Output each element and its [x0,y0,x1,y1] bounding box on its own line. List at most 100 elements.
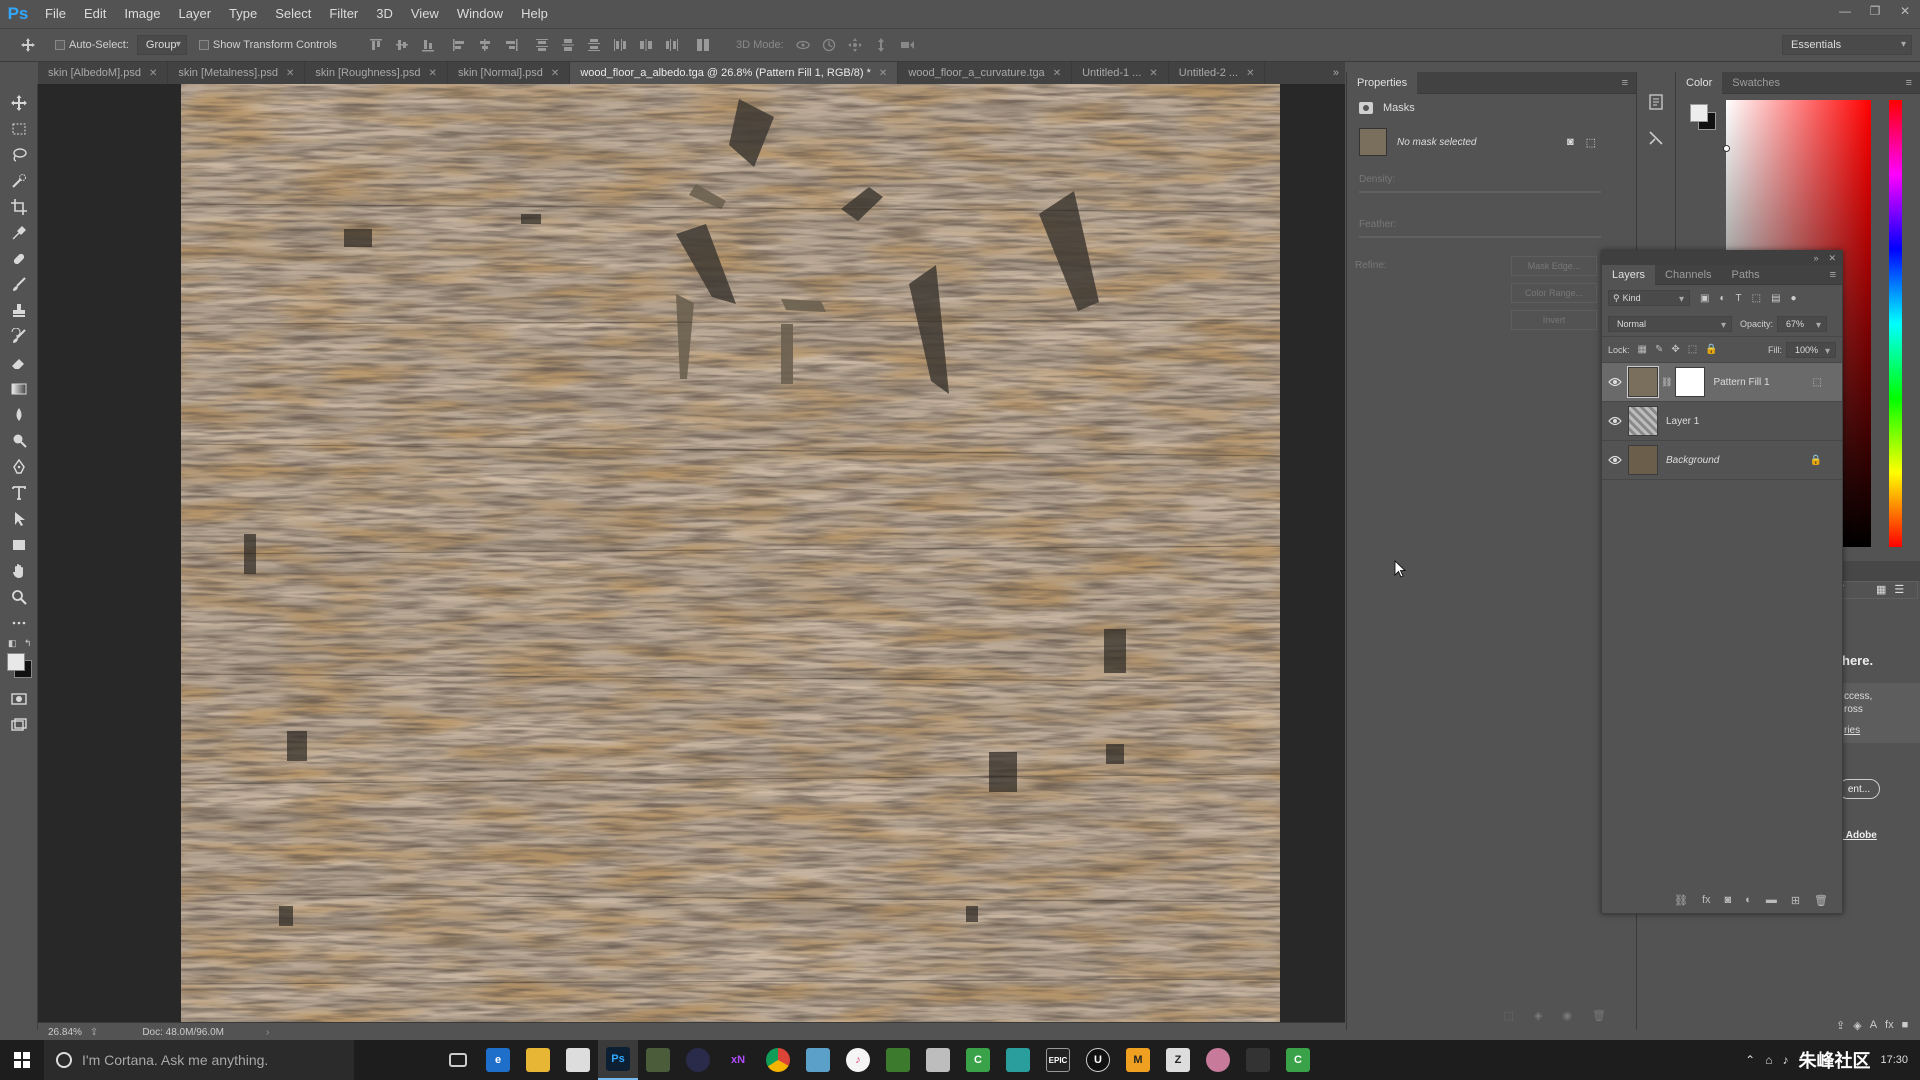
filter-smart-object-icon[interactable]: ▤ [1771,293,1780,304]
delete-mask-icon[interactable]: 🗑 [1592,1009,1606,1022]
doc-tab[interactable]: skin [Metalness].psd ✕ [168,62,306,84]
actions-panel-icon[interactable] [1637,120,1675,156]
menu-view[interactable]: View [402,0,448,28]
fill-input[interactable]: 100% [1786,341,1836,358]
align-bottom-icon[interactable] [420,37,436,53]
file-explorer-icon[interactable] [518,1040,558,1080]
quick-select-tool-icon[interactable] [0,168,38,194]
layer-name[interactable]: Layer 1 [1666,416,1699,427]
store-icon[interactable] [558,1040,598,1080]
color-range-button[interactable]: Color Range... [1511,283,1597,303]
menu-layer[interactable]: Layer [170,0,221,28]
color-picker-cursor[interactable] [1723,145,1730,152]
clock[interactable]: 17:30 [1880,1054,1908,1066]
menu-filter[interactable]: Filter [320,0,367,28]
text-style-icon[interactable]: A [1870,1019,1877,1031]
libraries-link[interactable]: ries [1840,715,1920,736]
menu-image[interactable]: Image [115,0,169,28]
status-menu-arrow-icon[interactable]: › [266,1027,269,1038]
tab-paths[interactable]: Paths [1722,265,1770,285]
distribute-right-icon[interactable] [664,37,680,53]
close-tab-icon[interactable]: ✕ [551,68,559,79]
menu-window[interactable]: Window [448,0,512,28]
marmoset-icon[interactable]: M [1118,1040,1158,1080]
panel-menu-icon[interactable]: ≡ [1622,77,1628,89]
effects-icon[interactable]: fx [1885,1019,1894,1031]
tray-overflow-icon[interactable]: ⌃ [1745,1053,1755,1067]
lock-artboard-icon[interactable]: ⬚ [1688,344,1697,355]
close-tab-icon[interactable]: ✕ [1149,68,1157,79]
move-tool-preset-icon[interactable] [20,37,36,53]
lasso-tool-icon[interactable] [0,142,38,168]
close-tab-icon[interactable]: ✕ [1246,68,1254,79]
library-color-icon[interactable]: ■ [1902,1019,1909,1031]
link-layers-icon[interactable]: ⛓ [1674,894,1688,907]
close-tab-icon[interactable]: ✕ [286,68,294,79]
menu-file[interactable]: File [36,0,75,28]
obs-icon[interactable] [678,1040,718,1080]
lock-position-icon[interactable]: ✥ [1671,344,1679,355]
align-vcenter-icon[interactable] [394,37,410,53]
app-teal-icon[interactable] [998,1040,1038,1080]
substance-painter-icon[interactable] [638,1040,678,1080]
windows-start-icon[interactable] [0,1040,44,1080]
rectangle-tool-icon[interactable] [0,532,38,558]
history-panel-icon[interactable] [1637,84,1675,120]
filter-type-icon[interactable]: T [1736,293,1742,304]
tab-swatches[interactable]: Swatches [1722,72,1790,94]
mask-thumbnail[interactable] [1675,367,1706,397]
apply-mask-icon[interactable]: ◈ [1534,1009,1542,1022]
layer-name[interactable]: Pattern Fill 1 [1713,377,1769,388]
clone-stamp-tool-icon[interactable] [0,298,38,324]
add-content-icon[interactable]: ◈ [1853,1019,1861,1032]
grid-view-icon[interactable]: ▦ [1876,583,1886,596]
blur-tool-icon[interactable] [0,402,38,428]
align-left-icon[interactable] [451,37,467,53]
path-selection-tool-icon[interactable] [0,506,38,532]
doc-tab[interactable]: skin [Roughness].psd ✕ [305,62,448,84]
mask-edge-button[interactable]: Mask Edge... [1511,256,1597,276]
upload-icon[interactable]: ⇪ [1836,1019,1845,1032]
app-blue-icon[interactable] [798,1040,838,1080]
blend-mode-dropdown[interactable]: Normal [1608,315,1732,332]
add-mask-icon[interactable]: ◙ [1725,894,1732,907]
menu-3d[interactable]: 3D [367,0,402,28]
doc-tab[interactable]: skin [Normal].psd ✕ [448,62,571,84]
eyedropper-tool-icon[interactable] [0,220,38,246]
type-tool-icon[interactable] [0,480,38,506]
volume-icon[interactable]: ♪ [1782,1053,1788,1067]
hue-slider[interactable] [1889,100,1902,547]
app-pink-icon[interactable] [1198,1040,1238,1080]
filter-shape-icon[interactable]: ⬚ [1752,293,1761,304]
show-transform-checkbox[interactable]: Show Transform Controls [198,39,337,51]
foreground-color-swatch[interactable] [7,653,25,671]
brush-tool-icon[interactable] [0,272,38,298]
doc-tab[interactable]: Untitled-1 ... ✕ [1072,62,1169,84]
more-tools-icon[interactable] [0,610,38,636]
tab-properties[interactable]: Properties [1347,71,1418,94]
app-c-icon[interactable]: C [958,1040,998,1080]
close-icon[interactable]: ✕ [1890,0,1920,22]
menu-edit[interactable]: Edit [75,0,115,28]
filter-adjustment-icon[interactable]: ◐ [1719,293,1725,304]
swap-colors-icon[interactable]: ↰ [24,638,32,649]
auto-select-dropdown[interactable]: Group [136,35,187,55]
xnview-icon[interactable]: xN [718,1040,758,1080]
close-tab-icon[interactable]: ✕ [1053,68,1061,79]
eraser-tool-icon[interactable] [0,350,38,376]
adobe-link[interactable]: t Adobe [1840,830,1877,841]
marquee-tool-icon[interactable] [0,116,38,142]
visibility-eye-icon[interactable] [1602,416,1628,426]
layers-panel-titlebar[interactable]: » ✕ [1602,251,1842,265]
toggle-mask-icon[interactable]: ◉ [1562,1009,1572,1022]
distribute-top-icon[interactable] [534,37,550,53]
distribute-bottom-icon[interactable] [586,37,602,53]
app-grey-icon[interactable] [918,1040,958,1080]
load-selection-icon[interactable]: ⬚ [1504,1009,1514,1022]
zoom-level[interactable]: 26.84% [48,1027,82,1038]
close-tab-icon[interactable]: ✕ [149,68,157,79]
default-colors-icon[interactable]: ◧ [8,638,17,649]
history-brush-tool-icon[interactable] [0,324,38,350]
app-dark-icon[interactable] [1238,1040,1278,1080]
libraries-button[interactable]: ent... [1838,779,1880,799]
